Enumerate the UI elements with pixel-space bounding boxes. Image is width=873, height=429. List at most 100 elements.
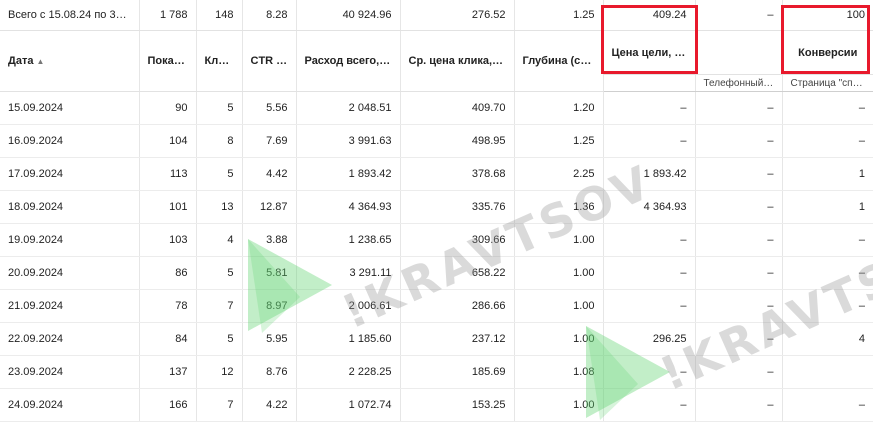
cell-depth: 1.00 xyxy=(513,388,603,422)
cell-clicks: 7 xyxy=(195,289,242,323)
totals-clicks: 148 xyxy=(195,0,242,31)
table-row: 24.09.2024 166 7 4.22 1 072.74 153.25 1.00– – – xyxy=(0,388,873,422)
table-row: 15.09.2024 90 5 5.56 2 048.51 409.70 1.20– – – xyxy=(0,91,873,125)
cell-clicks: 7 xyxy=(195,388,242,422)
cell-spend: 1 893.42 xyxy=(295,157,400,191)
cell-clicks: 12 xyxy=(195,355,242,389)
cell-phone-call: – xyxy=(694,355,782,389)
cell-goal-cost: – xyxy=(602,91,695,125)
cell-ctr: 8.76 xyxy=(241,355,296,389)
column-header-date-label: Дата xyxy=(8,55,34,67)
cell-thanks-page: – xyxy=(781,91,873,125)
cell-shows: 104 xyxy=(138,124,196,158)
cell-phone-call: – xyxy=(694,124,782,158)
cell-clicks: 4 xyxy=(195,223,242,257)
column-header-spend[interactable]: Расход всего, руб. xyxy=(295,30,400,92)
cell-date: 21.09.2024 xyxy=(0,289,139,323)
cell-thanks-page: – xyxy=(781,388,873,422)
totals-shows: 1 788 xyxy=(138,0,196,31)
totals-conversions: 100 xyxy=(781,0,873,31)
subheader-goal-empty xyxy=(602,74,695,92)
cell-cpc: 498.95 xyxy=(399,124,514,158)
table-row: 22.09.2024 84 5 5.95 1 185.60 237.12 1.00 296.2… xyxy=(0,322,873,356)
cell-phone-call: – xyxy=(694,190,782,224)
cell-goal-cost: 1 893.42 xyxy=(602,157,695,191)
column-header-shows[interactable]: Показы xyxy=(138,30,196,92)
totals-phone: – xyxy=(694,0,782,31)
cell-clicks: 5 xyxy=(195,322,242,356)
table-row: 16.09.2024 104 8 7.69 3 991.63 498.95 1.25– – – xyxy=(0,124,873,158)
cell-phone-call: – xyxy=(694,289,782,323)
cell-date: 24.09.2024 xyxy=(0,388,139,422)
table-row: 18.09.2024 101 13 12.87 4 364.93 335.76 1.36 4 … xyxy=(0,190,873,224)
column-header-cpc[interactable]: Ср. цена клика, руб. xyxy=(399,30,514,92)
cell-shows: 90 xyxy=(138,91,196,125)
cell-ctr: 7.69 xyxy=(241,124,296,158)
cell-ctr: 12.87 xyxy=(241,190,296,224)
cell-date: 18.09.2024 xyxy=(0,190,139,224)
cell-shows: 78 xyxy=(138,289,196,323)
cell-shows: 86 xyxy=(138,256,196,290)
cell-spend: 3 991.63 xyxy=(295,124,400,158)
cell-cpc: 335.76 xyxy=(399,190,514,224)
subheader-phone-call[interactable]: Телефонный звонок xyxy=(694,74,782,92)
cell-clicks: 5 xyxy=(195,157,242,191)
column-header-depth[interactable]: Глубина (стр.) xyxy=(513,30,603,92)
table-body: 15.09.2024 90 5 5.56 2 048.51 409.70 1.20– – –16… xyxy=(0,91,873,422)
cell-date: 22.09.2024 xyxy=(0,322,139,356)
cell-ctr: 5.81 xyxy=(241,256,296,290)
cell-cpc: 237.12 xyxy=(399,322,514,356)
cell-goal-cost: 4 364.93 xyxy=(602,190,695,224)
cell-depth: 1.00 xyxy=(513,256,603,290)
cell-depth: 1.00 xyxy=(513,322,603,356)
cell-date: 15.09.2024 xyxy=(0,91,139,125)
totals-spend: 40 924.96 xyxy=(295,0,400,31)
header-row: Дата ▲ Показы Клики CTR (%) Расход всего,… xyxy=(0,30,873,92)
cell-shows: 103 xyxy=(138,223,196,257)
statistics-table: Всего с 15.08.24 по 30.09.24 1 788 148 8… xyxy=(0,0,873,422)
cell-thanks-page: – xyxy=(781,289,873,323)
cell-shows: 101 xyxy=(138,190,196,224)
column-header-goal-cost[interactable]: Цена цели, руб. xyxy=(602,30,695,75)
cell-shows: 166 xyxy=(138,388,196,422)
cell-shows: 137 xyxy=(138,355,196,389)
cell-goal-cost: – xyxy=(602,223,695,257)
cell-date: 16.09.2024 xyxy=(0,124,139,158)
column-header-clicks[interactable]: Клики xyxy=(195,30,242,92)
cell-cpc: 658.22 xyxy=(399,256,514,290)
cell-thanks-page: 4 xyxy=(781,322,873,356)
cell-shows: 84 xyxy=(138,322,196,356)
cell-date: 20.09.2024 xyxy=(0,256,139,290)
cell-date: 17.09.2024 xyxy=(0,157,139,191)
cell-depth: 1.08 xyxy=(513,355,603,389)
sort-asc-icon[interactable]: ▲ xyxy=(36,57,44,66)
cell-ctr: 8.97 xyxy=(241,289,296,323)
totals-ctr: 8.28 xyxy=(241,0,296,31)
cell-spend: 2 006.61 xyxy=(295,289,400,323)
column-header-date[interactable]: Дата ▲ xyxy=(0,30,139,92)
cell-spend: 1 238.65 xyxy=(295,223,400,257)
cell-depth: 1.00 xyxy=(513,223,603,257)
cell-cpc: 185.69 xyxy=(399,355,514,389)
totals-cpc: 276.52 xyxy=(399,0,514,31)
subheader-thanks-page[interactable]: Страница "спасибо" xyxy=(781,74,873,92)
cell-phone-call: – xyxy=(694,157,782,191)
cell-clicks: 5 xyxy=(195,91,242,125)
column-header-ctr[interactable]: CTR (%) xyxy=(241,30,296,92)
cell-cpc: 378.68 xyxy=(399,157,514,191)
table-row: 21.09.2024 78 7 8.97 2 006.61 286.66 1.00– – – xyxy=(0,289,873,323)
cell-thanks-page: – xyxy=(781,256,873,290)
totals-row: Всего с 15.08.24 по 30.09.24 1 788 148 8… xyxy=(0,0,873,31)
cell-cpc: 309.66 xyxy=(399,223,514,257)
cell-thanks-page: 1 xyxy=(781,190,873,224)
cell-goal-cost: 296.25 xyxy=(602,322,695,356)
cell-ctr: 3.88 xyxy=(241,223,296,257)
column-header-conversions[interactable]: Конверсии xyxy=(781,30,873,75)
cell-spend: 1 185.60 xyxy=(295,322,400,356)
cell-goal-cost: – xyxy=(602,289,695,323)
cell-ctr: 5.56 xyxy=(241,91,296,125)
cell-phone-call: – xyxy=(694,322,782,356)
table-row: 23.09.2024 137 12 8.76 2 228.25 185.69 1.08– – xyxy=(0,355,873,389)
cell-ctr: 4.42 xyxy=(241,157,296,191)
column-header-phone-group xyxy=(694,30,782,75)
